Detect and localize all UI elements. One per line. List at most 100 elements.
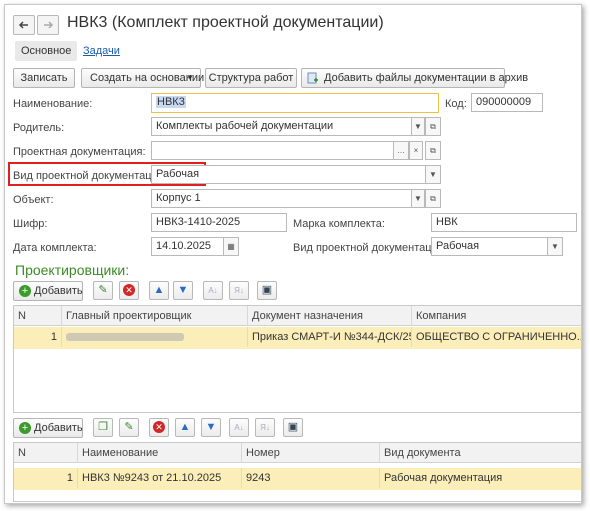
tab-tasks[interactable]: Задачи xyxy=(77,41,126,61)
edit-button[interactable]: ✎ xyxy=(119,418,139,437)
move-up-button[interactable]: ▲ xyxy=(175,418,195,437)
back-button[interactable] xyxy=(13,15,35,35)
object-label: Объект: xyxy=(13,194,54,206)
designers-add-button[interactable]: + Добавить xyxy=(13,281,83,301)
documents-add-label: Добавить xyxy=(34,422,83,434)
documents-table: N Наименование Номер Вид документа 1 НВК… xyxy=(13,442,581,502)
copy-icon: ❐ xyxy=(98,421,108,433)
project-doc-label: Проектная документация: xyxy=(13,146,146,158)
project-doc-clear-button[interactable]: × xyxy=(409,141,423,160)
object-dropdown-button[interactable]: ▼ xyxy=(411,189,425,208)
column-header[interactable]: Вид документа xyxy=(380,443,581,463)
create-based-button[interactable]: Создать на основании ▼ xyxy=(81,68,204,88)
object-open-button[interactable]: ⧉ xyxy=(425,189,441,208)
column-header[interactable]: Номер xyxy=(242,443,380,463)
documents-add-button[interactable]: + Добавить xyxy=(13,418,83,438)
name-label: Наименование: xyxy=(13,98,93,110)
project-doc-open-button[interactable]: ⧉ xyxy=(425,141,441,160)
structure-button[interactable]: Структура работ xyxy=(205,68,297,88)
project-doc-select-button[interactable]: … xyxy=(393,141,409,160)
add-files-label: Добавить файлы документации в архив xyxy=(324,72,529,84)
move-up-button[interactable]: ▲ xyxy=(149,281,169,300)
parent-open-button[interactable]: ⧉ xyxy=(425,117,441,136)
row-number: 1 xyxy=(14,327,62,347)
window-title: НВК3 (Комплект проектной документации) xyxy=(67,14,384,31)
delete-icon: ✕ xyxy=(123,284,135,296)
doc-name-cell: НВК3 №9243 от 21.10.2025 xyxy=(78,468,242,488)
printer-icon: ▣ xyxy=(261,284,273,296)
sort-asc-icon: A↓ xyxy=(234,423,244,432)
calendar-button[interactable]: ▦ xyxy=(223,237,239,256)
parent-dropdown-button[interactable]: ▼ xyxy=(411,117,425,136)
redacted-name xyxy=(66,333,184,342)
ellipsis-icon: … xyxy=(397,146,405,155)
doc-kind2-label: Вид проектной документации: xyxy=(293,242,447,254)
column-header[interactable]: Наименование xyxy=(78,443,242,463)
column-header[interactable]: N xyxy=(14,306,62,326)
column-header[interactable]: N xyxy=(14,443,78,463)
date-label: Дата комплекта: xyxy=(13,242,97,254)
print-button[interactable]: ▣ xyxy=(257,281,277,300)
doc-kind2-field[interactable]: Рабочая xyxy=(431,237,549,256)
column-header[interactable]: Главный проектировщик xyxy=(62,306,248,326)
pencil-icon: ✎ xyxy=(124,421,134,433)
sort-desc-button[interactable]: Я↓ xyxy=(255,418,275,437)
copy-button[interactable]: ❐ xyxy=(93,418,113,437)
code-field[interactable]: 090000009 xyxy=(471,93,543,112)
sort-asc-button[interactable]: A↓ xyxy=(229,418,249,437)
designers-table: N Главный проектировщик Документ назначе… xyxy=(13,305,581,413)
sort-desc-button[interactable]: Я↓ xyxy=(229,281,249,300)
project-doc-field[interactable] xyxy=(151,141,395,160)
column-header[interactable]: Компания xyxy=(412,306,581,326)
name-field[interactable]: НВК3 xyxy=(151,93,439,113)
chevron-down-icon: ▼ xyxy=(414,122,422,131)
arrow-left-icon xyxy=(18,21,28,29)
date-field[interactable]: 14.10.2025 xyxy=(151,237,225,256)
delete-button[interactable]: ✕ xyxy=(119,281,139,300)
open-icon: ⧉ xyxy=(430,122,436,131)
doc-kind-label: Вид проектной документации: xyxy=(13,170,167,182)
sort-desc-icon: Я↓ xyxy=(260,423,270,432)
clear-icon: × xyxy=(413,146,419,155)
pencil-icon: ✎ xyxy=(98,284,108,296)
mark-field[interactable]: НВК xyxy=(431,213,577,232)
tab-main[interactable]: Основное xyxy=(15,41,78,61)
object-field[interactable]: Корпус 1 xyxy=(151,189,413,208)
form-window: НВК3 (Комплект проектной документации) О… xyxy=(4,4,582,504)
parent-label: Родитель: xyxy=(13,122,65,134)
sort-asc-button[interactable]: A↓ xyxy=(203,281,223,300)
move-down-button[interactable]: ▼ xyxy=(201,418,221,437)
code-label: Код: xyxy=(445,98,467,110)
doc-kind-cell: Рабочая документация xyxy=(384,472,503,484)
doc-kind-dropdown-button[interactable]: ▼ xyxy=(425,165,441,184)
add-files-button[interactable]: Добавить файлы документации в архив xyxy=(301,68,528,88)
arrow-right-icon xyxy=(44,21,54,29)
edit-button[interactable]: ✎ xyxy=(93,281,113,300)
chevron-down-icon: ▼ xyxy=(429,170,437,179)
chief-designer-cell xyxy=(62,327,248,347)
parent-field[interactable]: Комплекты рабочей документации xyxy=(151,117,413,136)
table-row[interactable]: 1 Приказ СМАРТ-И №344-ДСК/25 ... ОБЩЕСТВ… xyxy=(14,327,581,349)
mark-label: Марка комплекта: xyxy=(293,218,385,230)
move-down-button[interactable]: ▼ xyxy=(173,281,193,300)
chevron-down-icon: ▼ xyxy=(551,242,559,251)
add-file-icon xyxy=(307,72,318,84)
delete-button[interactable]: ✕ xyxy=(149,418,169,437)
add-icon: + xyxy=(19,285,31,297)
doc-kind-field[interactable]: Рабочая xyxy=(151,165,427,184)
forward-button[interactable] xyxy=(37,15,59,35)
arrow-down-icon: ▼ xyxy=(177,284,189,296)
print-button[interactable]: ▣ xyxy=(283,418,303,437)
column-header[interactable]: Документ назначения xyxy=(248,306,412,326)
row-number: 1 xyxy=(14,468,78,488)
write-button[interactable]: Записать xyxy=(13,68,75,88)
cipher-label: Шифр: xyxy=(13,218,48,230)
open-icon: ⧉ xyxy=(430,194,436,203)
doc-kind2-dropdown-button[interactable]: ▼ xyxy=(547,237,563,256)
chevron-down-icon: ▼ xyxy=(414,194,422,203)
cipher-field[interactable]: НВК3-1410-2025 xyxy=(151,213,287,232)
arrow-up-icon: ▲ xyxy=(153,284,165,296)
table-row[interactable]: 1 НВК3 №9243 от 21.10.2025 9243 Рабочая … xyxy=(14,468,581,490)
doc-number-cell: 9243 xyxy=(242,468,380,488)
delete-icon: ✕ xyxy=(153,421,165,433)
